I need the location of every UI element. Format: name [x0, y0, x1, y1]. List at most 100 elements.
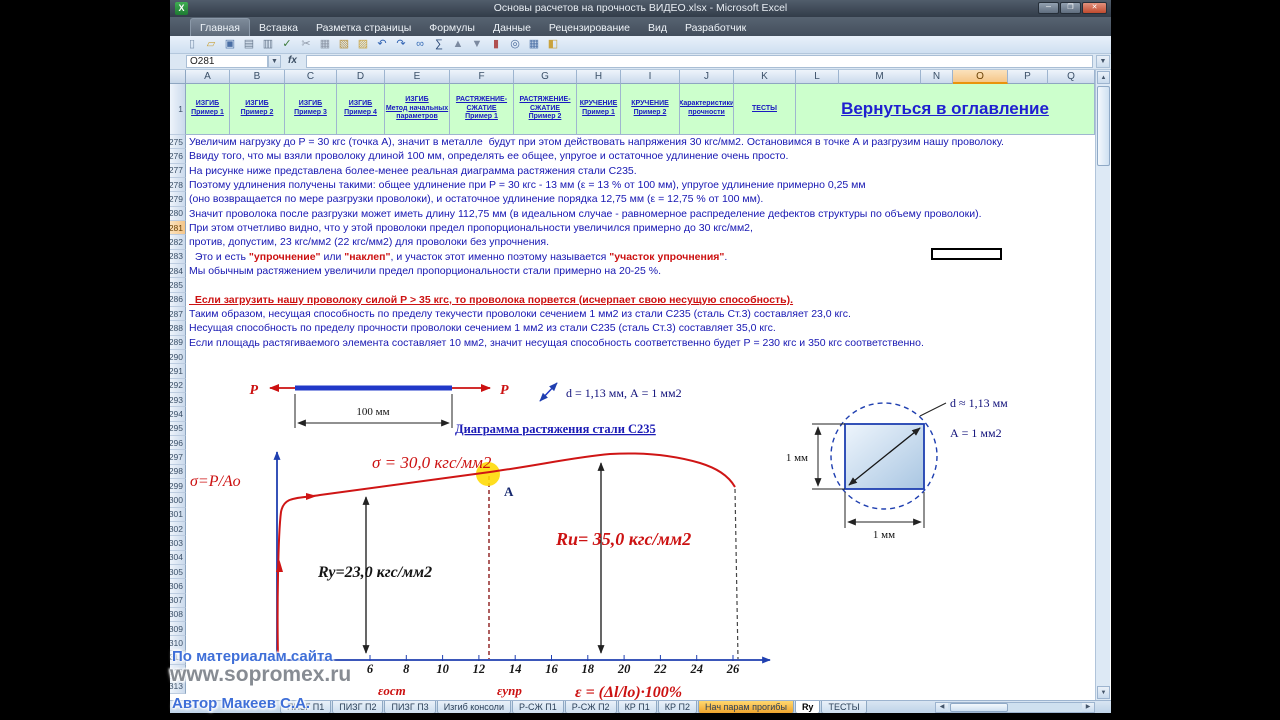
- name-box[interactable]: O281: [186, 55, 268, 68]
- vertical-scroll-thumb[interactable]: [1097, 86, 1110, 166]
- sort-asc-icon[interactable]: ▲: [450, 37, 466, 52]
- borders-icon[interactable]: ▦: [526, 37, 542, 52]
- row-header-305[interactable]: 305: [170, 564, 186, 580]
- ribbon-tab-Формулы[interactable]: Формулы: [420, 19, 484, 36]
- row-header-294[interactable]: 294: [170, 407, 186, 422]
- sheet-tab-КР-П1[interactable]: КР П1: [617, 701, 657, 713]
- column-header-B[interactable]: B: [230, 70, 285, 84]
- column-header-D[interactable]: D: [337, 70, 385, 84]
- row-header-282[interactable]: 282: [170, 235, 186, 250]
- insert-hyperlink-icon[interactable]: ∞: [412, 37, 428, 52]
- column-header-F[interactable]: F: [450, 70, 514, 84]
- row-header-302[interactable]: 302: [170, 521, 186, 537]
- column-header-K[interactable]: K: [734, 70, 796, 84]
- sheet-tab-Нач-парам-прогибы[interactable]: Нач парам прогибы: [698, 701, 794, 713]
- zoom-icon[interactable]: ◎: [507, 37, 523, 52]
- row-header-299[interactable]: 299: [170, 478, 186, 494]
- row-header-309[interactable]: 309: [170, 622, 186, 637]
- ribbon-tab-Данные[interactable]: Данные: [484, 19, 540, 36]
- horizontal-scrollbar[interactable]: ◀ ▶: [935, 702, 1095, 713]
- insert-function-icon[interactable]: fx: [288, 55, 297, 66]
- row-header-279[interactable]: 279: [170, 192, 186, 207]
- nav-link-7[interactable]: РАСТЯЖЕНИЕ- СЖАТИЕ Пример 2: [514, 84, 577, 135]
- column-header-P[interactable]: P: [1008, 70, 1048, 84]
- spell-check-icon[interactable]: ✓: [279, 37, 295, 52]
- row-header-304[interactable]: 304: [170, 550, 186, 565]
- undo-icon[interactable]: ↶: [374, 37, 390, 52]
- sheet-tab-Изгиб-консоли[interactable]: Изгиб консоли: [436, 701, 511, 713]
- save-icon[interactable]: ▣: [222, 37, 238, 52]
- name-box-dropdown-icon[interactable]: ▼: [268, 55, 281, 68]
- select-all-corner[interactable]: [170, 70, 186, 84]
- open-icon[interactable]: ▱: [203, 37, 219, 52]
- row-header-295[interactable]: 295: [170, 421, 186, 436]
- column-header-O[interactable]: O: [953, 70, 1008, 84]
- row-header-276[interactable]: 276: [170, 149, 186, 164]
- cut-icon[interactable]: ✂: [298, 37, 314, 52]
- column-header-G[interactable]: G: [514, 70, 577, 84]
- autosum-icon[interactable]: ∑: [431, 37, 447, 52]
- nav-link-6[interactable]: РАСТЯЖЕНИЕ- СЖАТИЕ Пример 1: [450, 84, 514, 135]
- row-header-284[interactable]: 284: [170, 263, 186, 279]
- nav-link-5[interactable]: ИЗГИБ Метод начальных параметров: [385, 84, 450, 135]
- row-header-286[interactable]: 286: [170, 292, 186, 307]
- nav-link-3[interactable]: ИЗГИБ Пример 3: [285, 84, 337, 135]
- column-header-A[interactable]: A: [186, 70, 230, 84]
- row-header-292[interactable]: 292: [170, 378, 186, 393]
- formula-bar-expand-icon[interactable]: ▼: [1096, 55, 1110, 68]
- ribbon-tab-Разработчик[interactable]: Разработчик: [676, 19, 755, 36]
- row-header-303[interactable]: 303: [170, 536, 186, 551]
- column-header-C[interactable]: C: [285, 70, 337, 84]
- ribbon-tab-Рецензирование[interactable]: Рецензирование: [540, 19, 639, 36]
- nav-link-11[interactable]: ТЕСТЫ: [734, 84, 796, 135]
- formula-input[interactable]: [306, 55, 1093, 68]
- column-header-I[interactable]: I: [621, 70, 680, 84]
- row-header-281[interactable]: 281: [170, 220, 186, 236]
- new-document-icon[interactable]: ▯: [184, 37, 200, 52]
- sheet-tab-ТЕСТЫ[interactable]: ТЕСТЫ: [821, 701, 867, 713]
- row-header-301[interactable]: 301: [170, 507, 186, 522]
- print-icon[interactable]: ▤: [241, 37, 257, 52]
- row-header-307[interactable]: 307: [170, 593, 186, 608]
- nav-link-8[interactable]: КРУЧЕНИЕ Пример 1: [577, 84, 621, 135]
- row-header-293[interactable]: 293: [170, 392, 186, 408]
- sheet-tab-Р-СЖ-П1[interactable]: Р-СЖ П1: [511, 701, 564, 713]
- sheet-tab-ПИЗГ-П3[interactable]: ПИЗГ П3: [384, 701, 436, 713]
- row-header-296[interactable]: 296: [170, 435, 186, 451]
- copy-icon[interactable]: ▦: [317, 37, 333, 52]
- scroll-up-icon[interactable]: ▲: [1097, 71, 1110, 84]
- row-header-1[interactable]: 1: [170, 84, 186, 135]
- print-preview-icon[interactable]: ▥: [260, 37, 276, 52]
- ribbon-tab-Разметка-страницы[interactable]: Разметка страницы: [307, 19, 420, 36]
- minimize-button[interactable]: ─: [1038, 2, 1059, 14]
- sheet-tab-КР-П2[interactable]: КР П2: [657, 701, 698, 713]
- row-header-277[interactable]: 277: [170, 163, 186, 178]
- format-painter-icon[interactable]: ▨: [355, 37, 371, 52]
- scroll-down-icon[interactable]: ▼: [1097, 686, 1110, 699]
- row-header-287[interactable]: 287: [170, 306, 186, 322]
- row-header-290[interactable]: 290: [170, 349, 186, 365]
- nav-link-1[interactable]: ИЗГИБ Пример 1: [186, 84, 230, 135]
- scroll-right-icon[interactable]: ▶: [1082, 703, 1094, 712]
- restore-button[interactable]: ❐: [1060, 2, 1081, 14]
- sheet-tab-ПИЗГ-П2[interactable]: ПИЗГ П2: [332, 701, 384, 713]
- column-header-E[interactable]: E: [385, 70, 450, 84]
- row-header-289[interactable]: 289: [170, 335, 186, 350]
- row-header-297[interactable]: 297: [170, 450, 186, 465]
- column-header-N[interactable]: N: [921, 70, 953, 84]
- fill-color-icon[interactable]: ◧: [545, 37, 561, 52]
- column-header-H[interactable]: H: [577, 70, 621, 84]
- close-button[interactable]: ✕: [1082, 2, 1107, 14]
- column-header-M[interactable]: M: [839, 70, 921, 84]
- column-header-Q[interactable]: Q: [1048, 70, 1095, 84]
- paste-icon[interactable]: ▧: [336, 37, 352, 52]
- row-header-280[interactable]: 280: [170, 206, 186, 221]
- row-header-298[interactable]: 298: [170, 464, 186, 479]
- row-header-288[interactable]: 288: [170, 321, 186, 336]
- redo-icon[interactable]: ↷: [393, 37, 409, 52]
- scroll-left-icon[interactable]: ◀: [936, 703, 948, 712]
- ribbon-tab-Вид[interactable]: Вид: [639, 19, 676, 36]
- row-header-275[interactable]: 275: [170, 135, 186, 150]
- row-header-291[interactable]: 291: [170, 364, 186, 379]
- ribbon-tab-Вставка[interactable]: Вставка: [250, 19, 307, 36]
